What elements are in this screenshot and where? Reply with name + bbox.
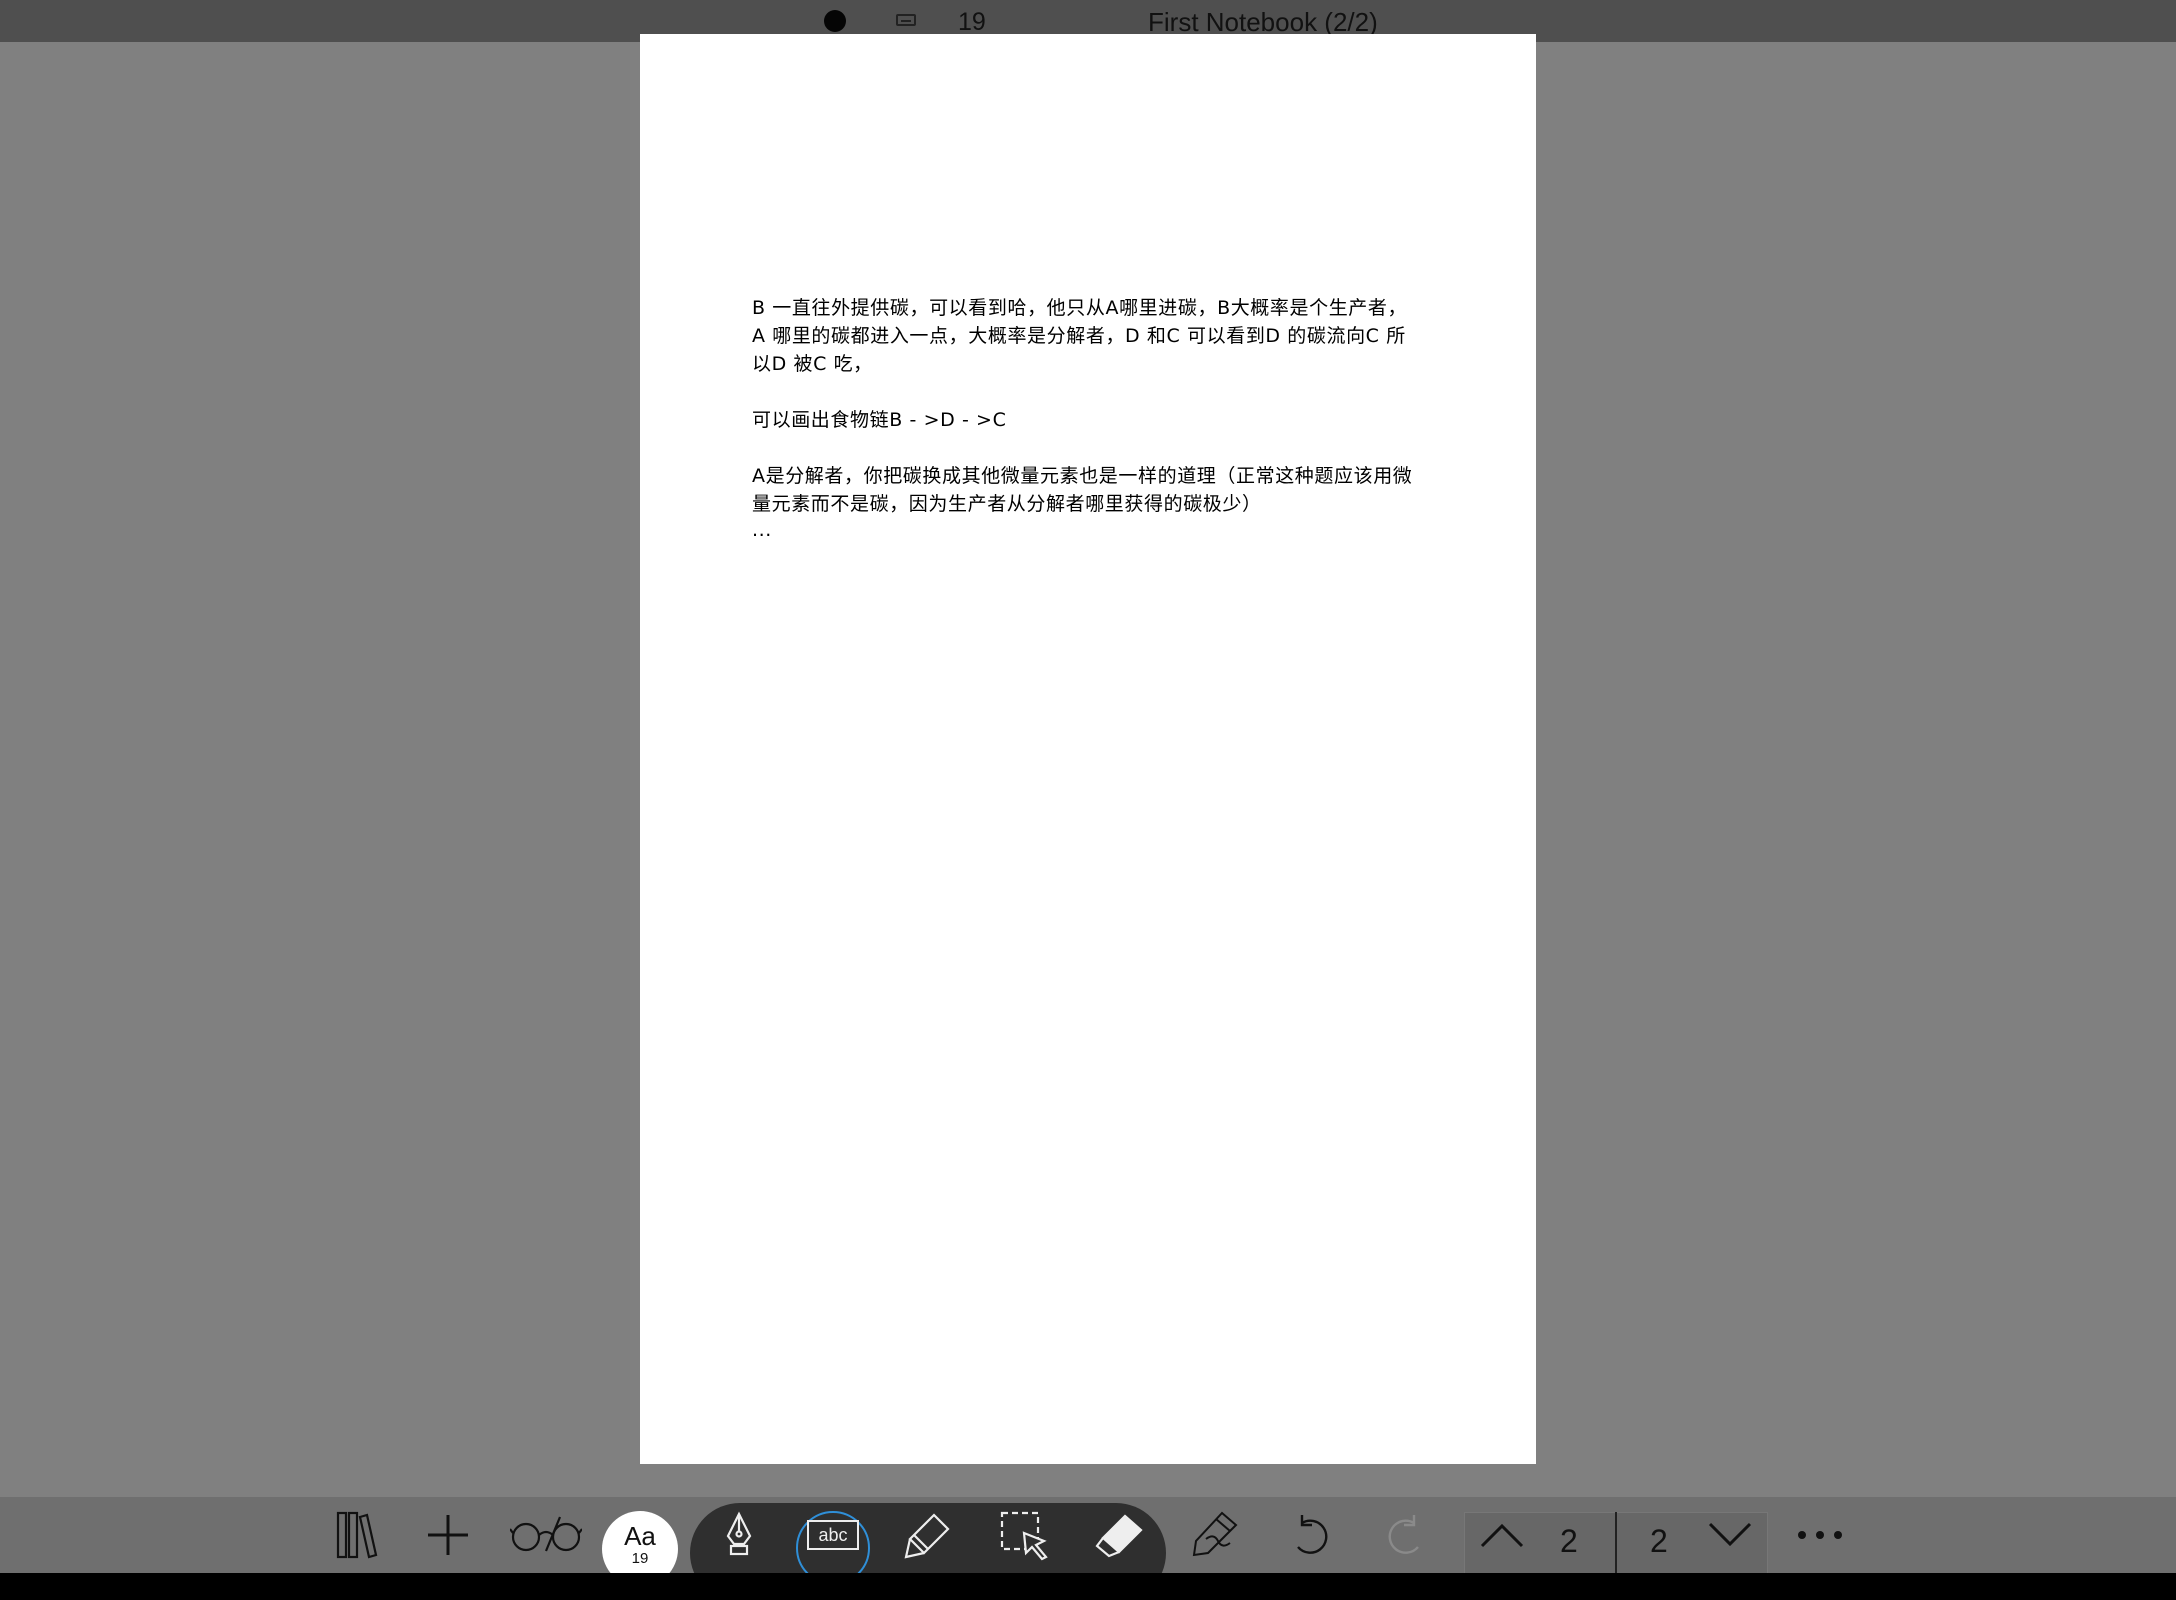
glasses-icon[interactable]	[508, 1497, 584, 1573]
bottom-toolbar: Aa 19 abc 2 2	[0, 1497, 2176, 1573]
paragraph-1: B 一直往外提供碳，可以看到哈，他只从A哪里进碳，B大概率是个生产者， A 哪里…	[752, 297, 1408, 375]
text-size-value: 19	[631, 1550, 649, 1567]
keyboard-icon[interactable]	[896, 14, 916, 26]
text-tool-label: abc	[818, 1525, 847, 1545]
lasso-select-icon[interactable]	[994, 1497, 1058, 1573]
paragraph-2: 可以画出食物链B - >D - >C	[752, 409, 1007, 431]
paragraph-3: A是分解者，你把碳换成其他微量元素也是一样的道理（正常这种题应该用微 量元素而不…	[752, 465, 1413, 515]
text-ellipsis: ...	[752, 519, 772, 541]
chevron-up-icon[interactable]	[1474, 1497, 1530, 1573]
text-size-button[interactable]: Aa 19	[602, 1511, 678, 1573]
bottom-edge-bar	[0, 1573, 2176, 1600]
text-size-label: Aa	[624, 1521, 656, 1551]
fountain-pen-icon[interactable]	[714, 1497, 764, 1573]
page-text-block[interactable]: B 一直往外提供碳，可以看到哈，他只从A哪里进碳，B大概率是个生产者， A 哪里…	[752, 294, 1480, 542]
more-dots-icon[interactable]	[1792, 1497, 1848, 1573]
chevron-down-icon[interactable]	[1702, 1497, 1758, 1573]
page-nav-divider	[1615, 1512, 1617, 1573]
library-icon[interactable]	[328, 1497, 384, 1573]
text-box-icon[interactable]: abc	[800, 1497, 866, 1573]
current-page-number[interactable]: 2	[1560, 1523, 1578, 1559]
eraser-icon[interactable]	[1090, 1497, 1150, 1573]
pen-settings-icon[interactable]	[1184, 1497, 1250, 1573]
total-page-number: 2	[1650, 1523, 1668, 1559]
status-dot-icon	[824, 10, 846, 32]
undo-icon[interactable]	[1282, 1497, 1338, 1573]
highlighter-icon[interactable]	[898, 1497, 958, 1573]
redo-icon[interactable]	[1378, 1497, 1434, 1573]
plus-icon[interactable]	[420, 1497, 476, 1573]
notebook-page[interactable]: B 一直往外提供碳，可以看到哈，他只从A哪里进碳，B大概率是个生产者， A 哪里…	[640, 34, 1536, 1464]
